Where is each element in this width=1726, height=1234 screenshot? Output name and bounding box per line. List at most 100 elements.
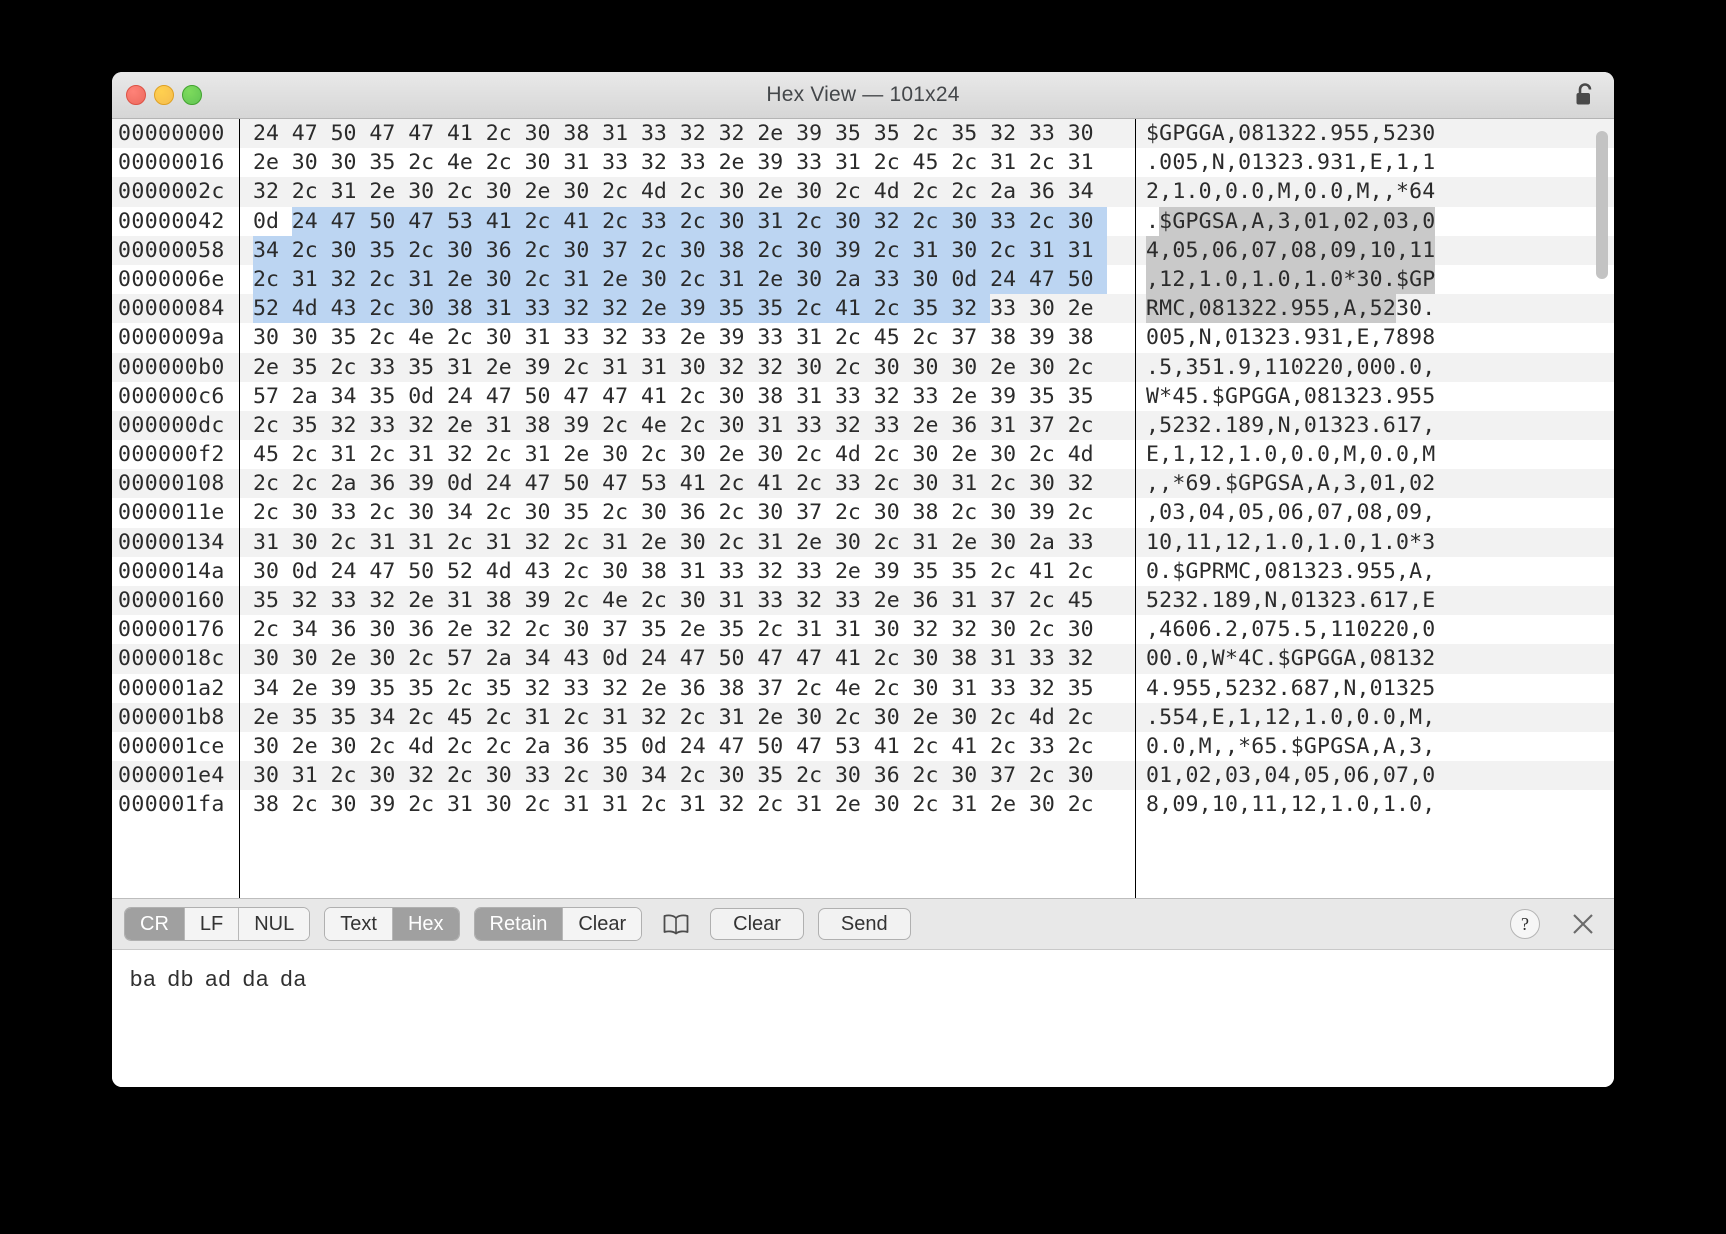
ascii-char[interactable]: 3 [1278, 323, 1291, 352]
ascii-char[interactable]: , [1238, 206, 1252, 236]
hex-byte[interactable]: 2c [408, 148, 447, 177]
ascii-char[interactable]: , [1212, 761, 1225, 790]
segment-option-hex[interactable]: Hex [392, 908, 459, 941]
ascii-char[interactable]: . [1383, 440, 1396, 469]
hex-byte[interactable]: 32 [563, 294, 603, 324]
hex-byte[interactable]: 30 [913, 674, 952, 703]
ascii-char[interactable]: 2 [1357, 382, 1370, 411]
ascii-char[interactable]: 1 [1264, 790, 1277, 819]
ascii-char[interactable]: 1 [1159, 761, 1172, 790]
ascii-char[interactable]: . [1146, 207, 1159, 236]
hex-byte[interactable]: 30 [253, 323, 292, 352]
ascii-char[interactable]: 8 [1422, 323, 1435, 352]
segment-option-cr[interactable]: CR [125, 908, 185, 941]
ascii-char[interactable]: 2 [1291, 119, 1304, 148]
hex-byte[interactable]: 36 [563, 732, 602, 761]
hex-byte[interactable]: 2c [951, 177, 990, 206]
hex-byte[interactable]: 35 [913, 557, 952, 586]
ascii-char[interactable]: , [1212, 323, 1225, 352]
ascii-char[interactable]: , [1251, 703, 1264, 732]
hex-byte[interactable]: 31 [447, 790, 486, 819]
hex-byte[interactable]: 45 [1068, 586, 1107, 615]
ascii-char[interactable]: R [1146, 294, 1160, 324]
hex-byte[interactable]: 24 [291, 206, 331, 236]
hex-byte[interactable]: 2c [796, 761, 835, 790]
hex-byte[interactable]: 53 [835, 732, 874, 761]
hex-byte[interactable]: 2a [292, 382, 331, 411]
ascii-char[interactable]: 3 [1330, 411, 1343, 440]
ascii-char[interactable]: 1 [1212, 586, 1225, 615]
ascii-char[interactable]: 3 [1330, 148, 1343, 177]
hex-byte[interactable]: 47 [796, 644, 835, 673]
bookmark-button[interactable] [656, 908, 696, 940]
hex-byte[interactable]: 30 [253, 761, 292, 790]
ascii-char[interactable]: 3 [1277, 206, 1291, 236]
ascii-char[interactable]: . [1383, 382, 1396, 411]
hex-byte[interactable]: 2c [913, 323, 952, 352]
hex-byte[interactable]: 2c [1068, 790, 1107, 819]
ascii-char[interactable]: , [1146, 615, 1159, 644]
hex-byte[interactable]: 2c [563, 557, 602, 586]
hex-byte[interactable]: 38 [1068, 323, 1107, 352]
ascii-char[interactable]: 9 [1304, 323, 1317, 352]
ascii-row[interactable]: 0.$GPRMC,081323.955,A, [1136, 556, 1614, 586]
hex-byte[interactable]: 2c [796, 674, 835, 703]
hex-byte[interactable]: 34 [525, 644, 564, 673]
hex-byte[interactable]: 30 [680, 440, 719, 469]
hex-byte[interactable]: 30 [679, 235, 719, 265]
hex-byte[interactable]: 0d [292, 557, 331, 586]
hex-byte[interactable]: 30 [292, 323, 331, 352]
hex-row[interactable]: 52 4d 43 2c 30 38 31 33 32 32 2e 39 35 35 2c 41 2c 35 32 33… [240, 294, 1135, 324]
hex-byte[interactable]: 2c [719, 528, 758, 557]
hex-byte[interactable]: 45 [913, 148, 952, 177]
ascii-char[interactable]: 2 [1278, 148, 1291, 177]
hex-byte[interactable]: 2c [757, 235, 797, 265]
ascii-char[interactable]: G [1199, 119, 1212, 148]
ascii-char[interactable]: 2 [1304, 790, 1317, 819]
hex-byte[interactable]: 35 [369, 674, 408, 703]
hex-byte[interactable]: 2c [447, 761, 486, 790]
hex-byte[interactable]: 30 [796, 353, 835, 382]
hex-byte[interactable]: 2c [873, 235, 913, 265]
hex-byte[interactable]: 2c [369, 264, 409, 295]
ascii-char[interactable]: 0 [1369, 264, 1383, 295]
hex-byte[interactable]: 30 [1068, 119, 1107, 148]
hex-byte[interactable]: 30 [874, 615, 913, 644]
ascii-char[interactable]: , [1357, 148, 1370, 177]
hex-byte[interactable]: 39 [679, 294, 719, 324]
ascii-char[interactable]: 5 [1146, 586, 1159, 615]
ascii-char[interactable]: 0 [1330, 177, 1343, 206]
hex-byte[interactable]: 35 [641, 615, 680, 644]
ascii-char[interactable]: , [1291, 177, 1304, 206]
hex-byte[interactable]: 30 [913, 644, 952, 673]
send-button[interactable]: Send [817, 908, 911, 941]
hex-byte[interactable]: 2c [1068, 498, 1107, 527]
ascii-char[interactable]: 0 [1396, 440, 1409, 469]
ascii-char[interactable]: . [1304, 440, 1317, 469]
maximize-window-button[interactable] [182, 85, 202, 105]
segment-option-clear[interactable]: Clear [563, 908, 642, 941]
hex-byte[interactable]: 30 [602, 440, 641, 469]
ascii-char[interactable]: N [1343, 674, 1356, 703]
ascii-char[interactable]: 1 [1212, 790, 1225, 819]
hex-byte[interactable]: 2e [369, 177, 408, 206]
hex-byte[interactable]: 35 [369, 382, 408, 411]
ascii-char[interactable]: 5 [1159, 353, 1172, 382]
close-panel-button[interactable] [1568, 909, 1598, 939]
ascii-char[interactable]: 0 [1199, 177, 1212, 206]
hex-byte[interactable]: 2e [331, 644, 370, 673]
ascii-char[interactable]: 5 [1422, 382, 1435, 411]
ascii-char[interactable]: G [1409, 264, 1423, 295]
ascii-char[interactable]: 0 [1343, 761, 1356, 790]
hex-byte[interactable]: 31 [796, 790, 835, 819]
ascii-char[interactable]: 9 [1396, 382, 1409, 411]
hex-byte[interactable]: 2e [253, 353, 292, 382]
hex-byte[interactable]: 31 [796, 615, 835, 644]
hex-byte[interactable]: 2e [292, 732, 331, 761]
ascii-char[interactable]: 0 [1146, 644, 1159, 673]
hex-byte[interactable]: 33 [990, 294, 1029, 323]
hex-byte[interactable]: 2c [369, 294, 409, 324]
ascii-char[interactable]: 9 [1330, 119, 1343, 148]
hex-byte[interactable]: 33 [990, 206, 1029, 236]
ascii-char[interactable]: 0 [1382, 206, 1396, 236]
